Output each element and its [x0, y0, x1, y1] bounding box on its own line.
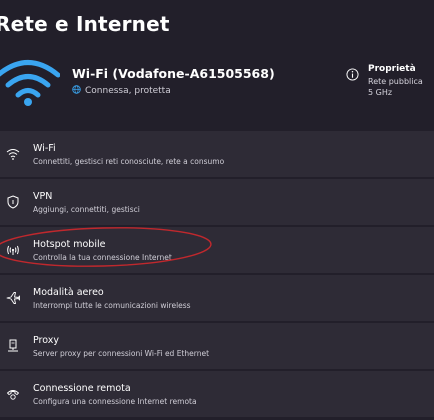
network-name: Wi-Fi (Vodafone-A61505568)	[72, 66, 275, 81]
settings-item-subtitle: Configura una connessione Internet remot…	[33, 397, 197, 406]
settings-item-title: Hotspot mobile	[33, 239, 106, 250]
dialup-icon	[7, 390, 19, 400]
settings-item-subtitle: Controlla la tua connessione Internet	[33, 253, 172, 262]
network-profile-text: Rete pubblica	[368, 77, 423, 86]
settings-item-subtitle: Aggiungi, connettiti, gestisci	[33, 205, 140, 214]
settings-item-wifi[interactable]: Wi-Fi Connettiti, gestisci reti conosciu…	[0, 131, 434, 177]
connection-status: Connessa, protetta	[72, 85, 171, 96]
settings-item-hotspot[interactable]: Hotspot mobile Controlla la tua connessi…	[0, 227, 434, 273]
properties-label: Proprietà	[368, 64, 416, 74]
page-title: Rete e Internet	[0, 12, 170, 36]
info-icon	[346, 68, 359, 81]
network-status-header: Wi-Fi (Vodafone-A61505568) Connessa, pro…	[0, 52, 434, 112]
airplane-icon	[6, 292, 20, 304]
settings-item-vpn[interactable]: VPN Aggiungi, connettiti, gestisci	[0, 179, 434, 225]
settings-item-title: VPN	[33, 191, 53, 202]
settings-list: Wi-Fi Connettiti, gestisci reti conosciu…	[0, 131, 434, 419]
settings-item-subtitle: Interrompi tutte le comunicazioni wirele…	[33, 301, 191, 310]
connection-status-text: Connessa, protetta	[85, 86, 171, 96]
settings-item-title: Connessione remota	[33, 383, 131, 394]
settings-item-proxy[interactable]: Proxy Server proxy per connessioni Wi-Fi…	[0, 323, 434, 369]
settings-item-title: Wi-Fi	[33, 143, 56, 154]
proxy-icon	[8, 339, 18, 352]
settings-item-dialup[interactable]: Connessione remota Configura una conness…	[0, 371, 434, 417]
settings-item-title: Proxy	[33, 335, 60, 346]
network-band-text: 5 GHz	[368, 88, 393, 97]
wifi-large-icon	[0, 60, 60, 106]
shield-icon	[7, 195, 19, 209]
settings-item-airplane-mode[interactable]: Modalità aereo Interrompi tutte le comun…	[0, 275, 434, 321]
settings-item-subtitle: Server proxy per connessioni Wi-Fi ed Et…	[33, 349, 210, 358]
settings-item-title: Modalità aereo	[33, 287, 104, 298]
globe-icon	[72, 85, 81, 94]
wifi-icon	[6, 149, 20, 160]
hotspot-icon	[7, 245, 19, 255]
settings-item-subtitle: Connettiti, gestisci reti conosciute, re…	[33, 157, 225, 166]
